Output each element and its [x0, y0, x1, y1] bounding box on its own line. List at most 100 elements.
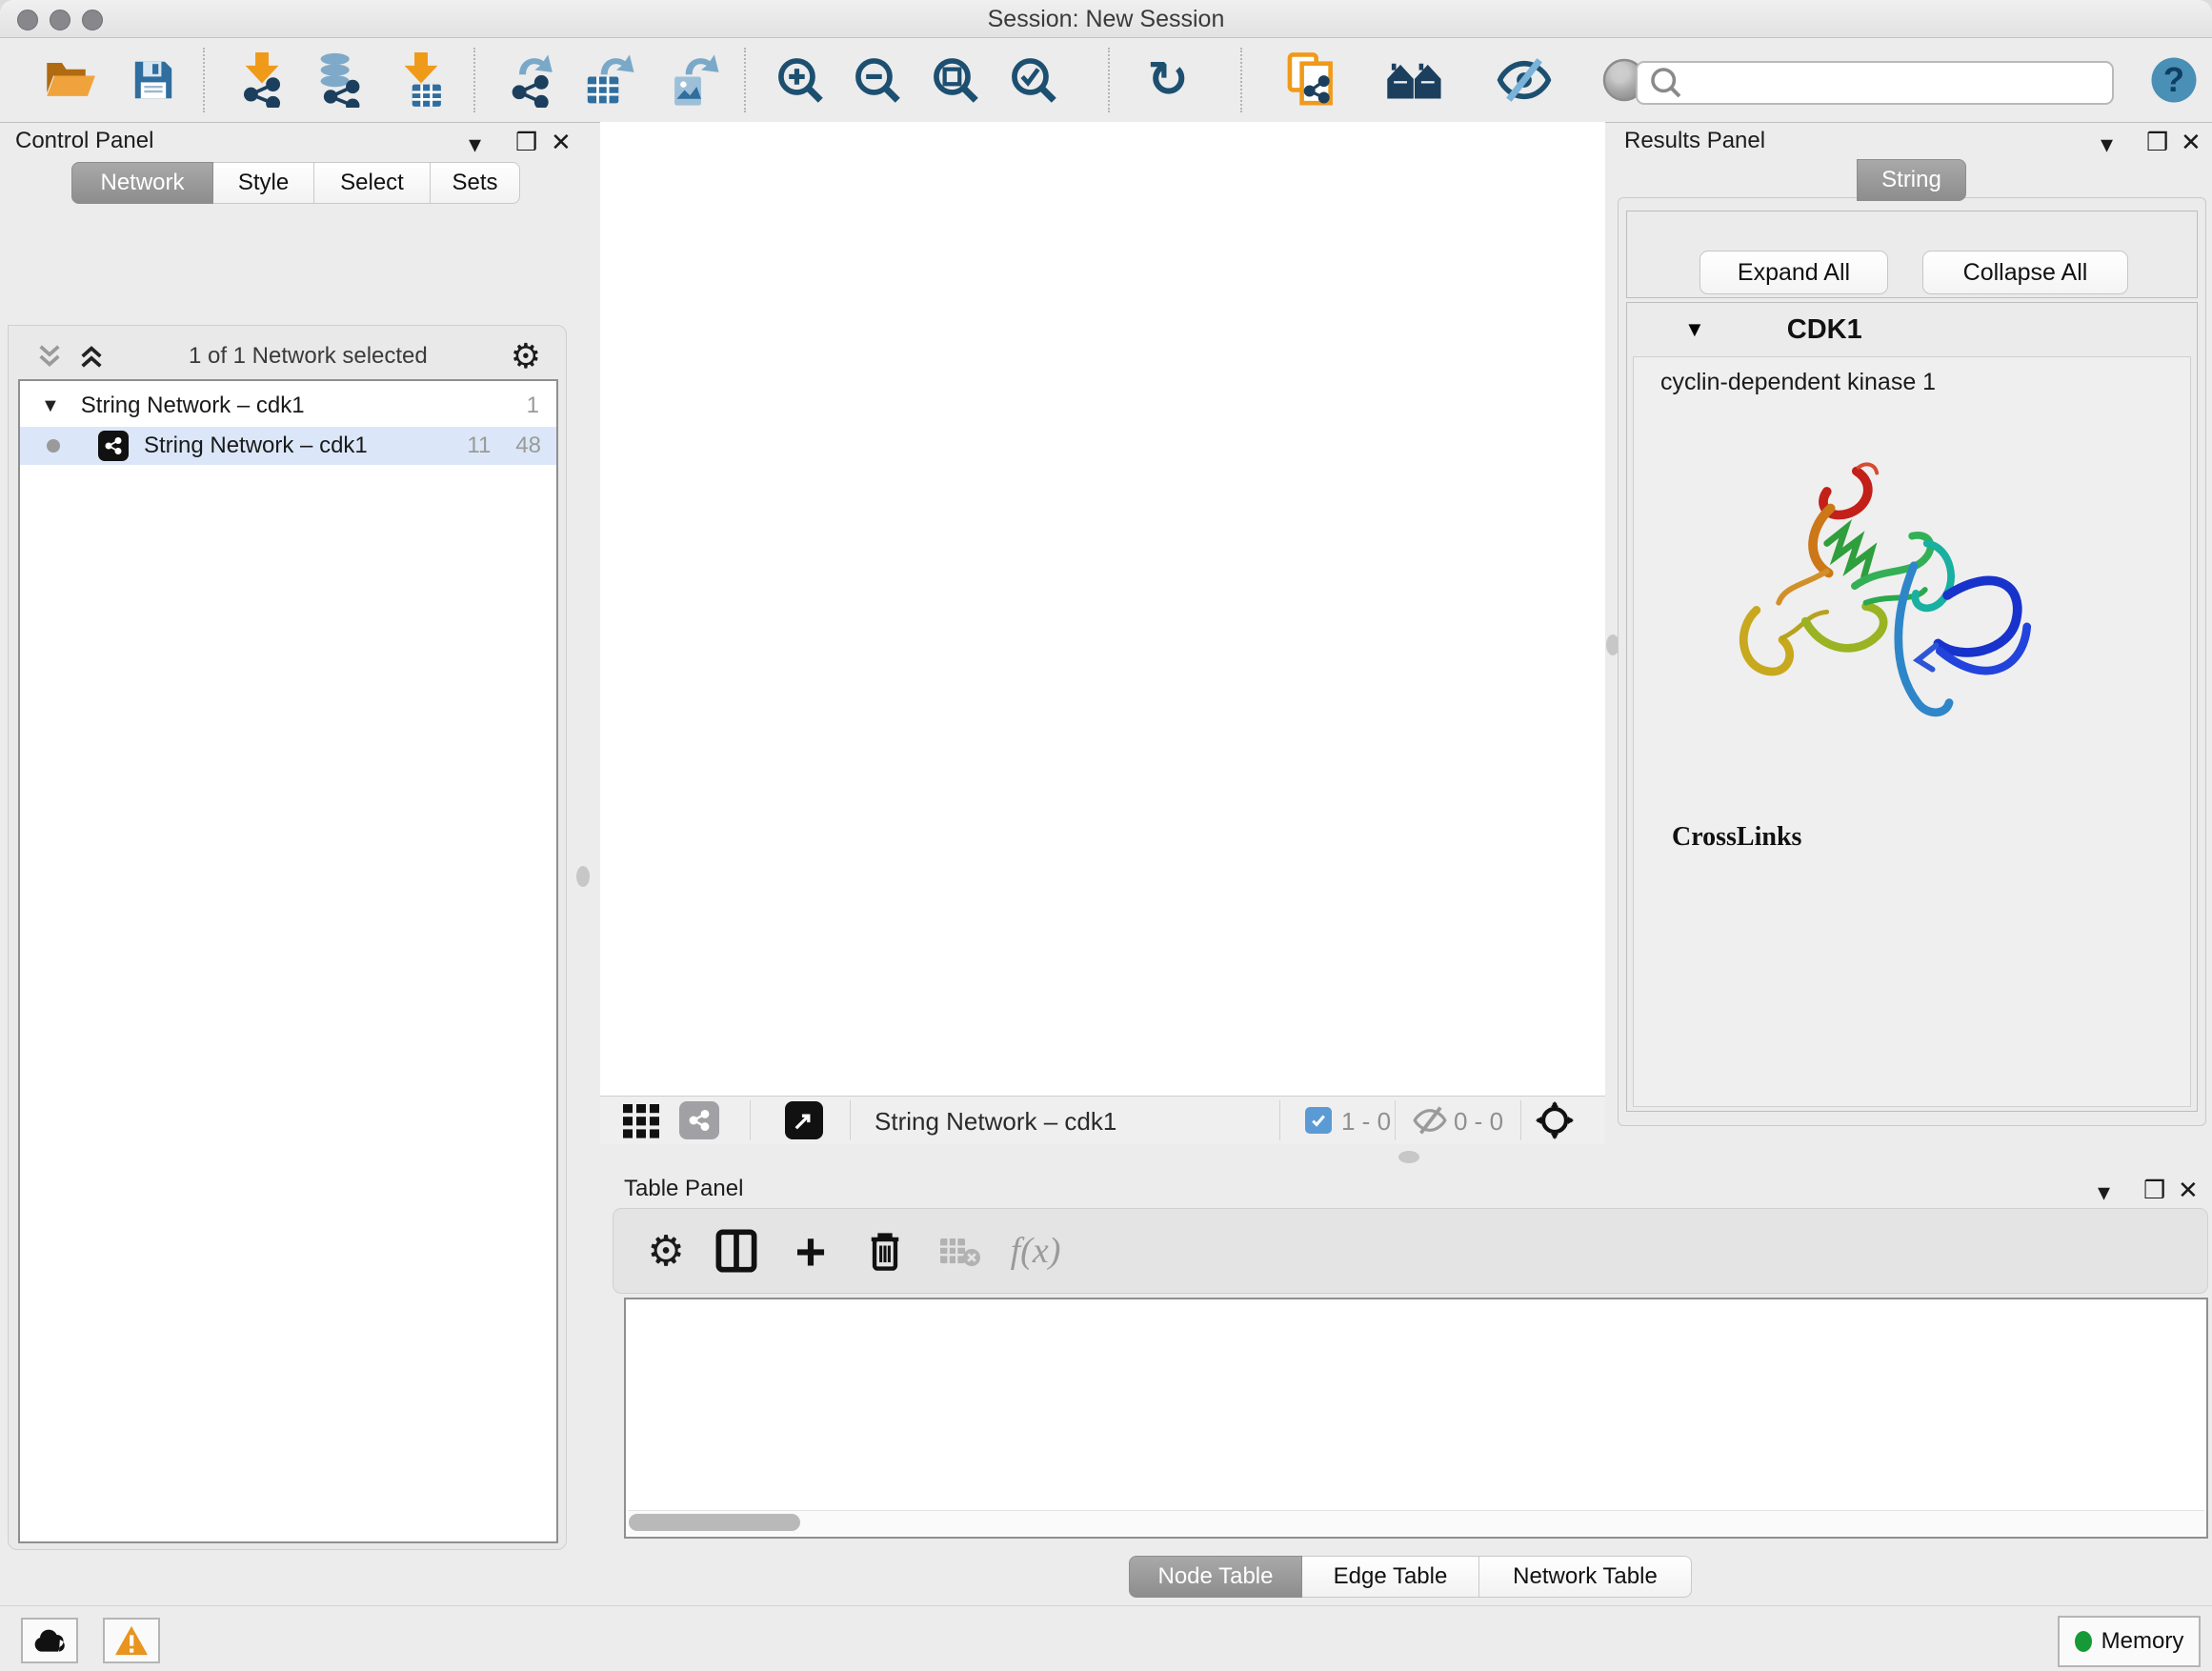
cdk1-section-header[interactable]: ▼ CDK1: [1627, 303, 2197, 356]
hidden-count: 0 - 0: [1454, 1107, 1503, 1137]
crosslinks-title: CrossLinks: [1672, 822, 1801, 853]
control-panel-network-tab-content: 1 of 1 Network selected ⚙ ▼ String Netwo…: [8, 325, 567, 1550]
home-button[interactable]: [1383, 50, 1446, 111]
import-table-button[interactable]: [393, 50, 449, 111]
export-network-button[interactable]: [505, 50, 560, 111]
status-bar: Memory: [0, 1605, 2212, 1671]
control-panel-float-icon[interactable]: ▾: [469, 130, 481, 158]
open-in-window-icon[interactable]: [785, 1101, 823, 1139]
table-toolbar: ⚙ + f(x): [613, 1208, 2208, 1294]
tab-select[interactable]: Select: [314, 162, 431, 204]
selected-count: 1 - 0: [1341, 1107, 1391, 1137]
zoom-in-button[interactable]: [774, 50, 827, 111]
grid-view-icon[interactable]: [623, 1104, 663, 1143]
results-panel-close-icon[interactable]: ✕: [2181, 128, 2202, 156]
control-panel: Control Panel ▾ ❒ ✕ NetworkStyleSelectSe…: [0, 122, 567, 1617]
import-database-button[interactable]: [307, 50, 368, 111]
tree-expand-icon[interactable]: ▼: [41, 395, 60, 417]
svg-text:?: ?: [2163, 60, 2184, 99]
memory-button[interactable]: Memory: [2058, 1616, 2201, 1667]
results-panel-tabs: String: [1857, 159, 1966, 201]
copy-network-button[interactable]: [1282, 50, 1341, 111]
network-share-icon[interactable]: [679, 1101, 719, 1139]
tab-edge-table[interactable]: Edge Table: [1302, 1556, 1479, 1598]
section-collapse-icon[interactable]: ▼: [1684, 317, 1705, 342]
network-name: String Network – cdk1: [144, 433, 368, 459]
help-button[interactable]: ?: [2149, 50, 2199, 111]
control-panel-title: Control Panel: [15, 128, 153, 154]
search-icon: [1647, 64, 1685, 102]
table-horizontal-scrollbar: [628, 1510, 2204, 1535]
protein-structure-image: [1718, 448, 2051, 767]
tab-string[interactable]: String: [1857, 159, 1966, 201]
node-table: [624, 1298, 2208, 1539]
selected-checkbox-icon[interactable]: [1305, 1107, 1332, 1134]
toolbar-separator: [203, 48, 205, 112]
network-row-selected[interactable]: String Network – cdk1 11 48: [20, 427, 556, 465]
section-title: CDK1: [1787, 314, 1862, 346]
toolbar-separator: [473, 48, 475, 112]
zoom-fit-button[interactable]: [929, 50, 982, 111]
left-splitter-handle[interactable]: [576, 866, 590, 887]
network-tree: ▼ String Network – cdk1 1 String Network…: [18, 379, 558, 1543]
reset-view-crosshair-icon[interactable]: [1536, 1101, 1574, 1144]
network-options-gear-icon[interactable]: ⚙: [511, 339, 541, 373]
add-column-icon[interactable]: +: [787, 1222, 835, 1285]
zoom-out-button[interactable]: [851, 50, 904, 111]
tab-style[interactable]: Style: [213, 162, 314, 204]
tab-network-table[interactable]: Network Table: [1479, 1556, 1692, 1598]
expand-all-button[interactable]: Expand All: [1699, 251, 1888, 294]
collapse-all-icon[interactable]: [35, 343, 64, 370]
export-table-button[interactable]: [579, 50, 640, 111]
cdk1-result-section: ▼ CDK1 cyclin-dependent kinase 1: [1626, 302, 2198, 1112]
hidden-eye-icon[interactable]: [1412, 1105, 1448, 1140]
toolbar-separator: [1395, 1100, 1396, 1140]
tab-network[interactable]: Network: [71, 162, 213, 204]
memory-label: Memory: [2101, 1628, 2184, 1655]
control-panel-close-icon[interactable]: ✕: [551, 128, 572, 156]
expand-all-icon[interactable]: [77, 343, 106, 370]
function-builder-icon: f(x): [1002, 1222, 1069, 1279]
toolbar-separator: [1520, 1100, 1521, 1140]
table-settings-gear-icon[interactable]: ⚙: [642, 1222, 690, 1279]
export-image-button[interactable]: [667, 50, 722, 111]
results-panel: Results Panel ▾ ❒ ✕ String Expand All Co…: [1610, 122, 2212, 1170]
save-session-button[interactable]: [126, 50, 181, 111]
warning-button[interactable]: [103, 1618, 160, 1663]
open-session-button[interactable]: [42, 50, 99, 111]
horizontal-splitter-handle[interactable]: [1398, 1151, 1419, 1163]
delete-column-trash-icon[interactable]: [863, 1222, 907, 1279]
network-view-toolbar: String Network – cdk1 1 - 0 0 - 0: [600, 1096, 1605, 1144]
tab-node-table[interactable]: Node Table: [1129, 1556, 1302, 1598]
scrollbar-thumb[interactable]: [629, 1514, 800, 1531]
cdk1-details: cyclin-dependent kinase 1: [1633, 356, 2191, 1107]
zoom-selected-button[interactable]: [1007, 50, 1060, 111]
cloud-icon: [30, 1627, 69, 1654]
collapse-all-button[interactable]: Collapse All: [1922, 251, 2128, 294]
refresh-layout-button[interactable]: ↻: [1139, 50, 1196, 111]
network-view-canvas[interactable]: [600, 122, 1605, 1096]
tab-sets[interactable]: Sets: [431, 162, 520, 204]
table-panel-close-icon[interactable]: ✕: [2178, 1176, 2199, 1204]
table-panel-title: Table Panel: [624, 1176, 743, 1202]
memory-status-dot: [2075, 1631, 2092, 1652]
expand-collapse-bar: Expand All Collapse All: [1626, 211, 2198, 298]
search-input[interactable]: [1685, 66, 2112, 100]
network-selection-bar: 1 of 1 Network selected ⚙: [14, 335, 558, 377]
table-panel-maximize-icon[interactable]: ❒: [2143, 1176, 2165, 1204]
results-panel-float-icon[interactable]: ▾: [2101, 130, 2113, 158]
show-columns-icon[interactable]: [713, 1222, 760, 1279]
results-panel-maximize-icon[interactable]: ❒: [2146, 128, 2168, 156]
import-network-button[interactable]: [234, 50, 290, 111]
search-field: [1636, 61, 2114, 105]
control-panel-maximize-icon[interactable]: ❒: [515, 128, 537, 156]
string-results-container: Expand All Collapse All ▼ CDK1 cyclin-de…: [1618, 197, 2206, 1126]
network-selected-status: 1 of 1 Network selected: [106, 343, 511, 370]
network-collection-row[interactable]: ▼ String Network – cdk1 1: [20, 387, 556, 425]
results-panel-title: Results Panel: [1624, 128, 1765, 154]
table-panel-float-icon[interactable]: ▾: [2098, 1178, 2110, 1206]
network-node-count: 11: [467, 433, 491, 459]
window-title: Session: New Session: [0, 6, 2212, 33]
cloud-button[interactable]: [21, 1618, 78, 1663]
hide-panel-button[interactable]: [1493, 50, 1556, 111]
